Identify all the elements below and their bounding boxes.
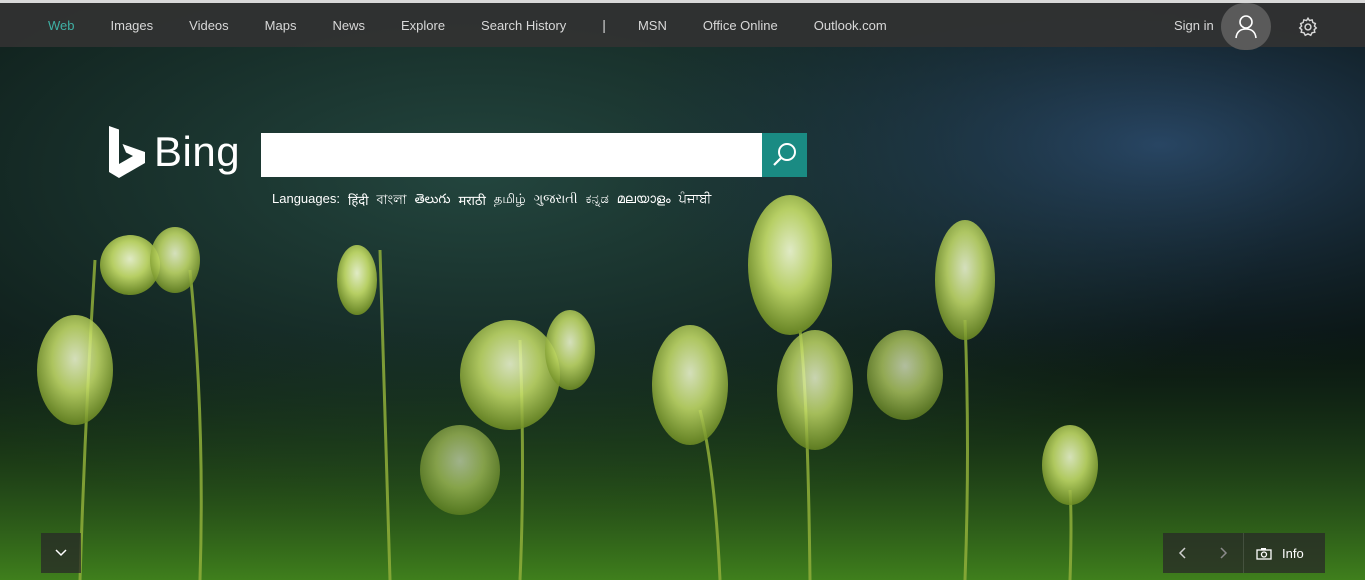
languages-label: Languages: bbox=[272, 191, 340, 206]
search-icon bbox=[772, 143, 796, 166]
language-link-marathi[interactable]: मराठी bbox=[458, 191, 485, 212]
nav-item-videos[interactable]: Videos bbox=[189, 18, 229, 33]
sign-in-link[interactable]: Sign in bbox=[1174, 18, 1214, 33]
image-info-button[interactable]: Info bbox=[1244, 533, 1304, 573]
chevron-right-icon bbox=[1220, 547, 1228, 559]
scroll-down-button[interactable] bbox=[41, 533, 81, 573]
next-image-button[interactable] bbox=[1203, 533, 1243, 573]
user-icon bbox=[1235, 14, 1257, 38]
info-label: Info bbox=[1282, 545, 1304, 561]
nav-item-web[interactable]: Web bbox=[48, 18, 75, 33]
language-link-bangla[interactable]: বাংলা bbox=[377, 191, 407, 212]
nav-item-news[interactable]: News bbox=[332, 18, 365, 33]
previous-image-button[interactable] bbox=[1163, 533, 1203, 573]
scope-nav: Web Images Videos Maps News Explore Sear… bbox=[0, 3, 923, 47]
top-nav-bar: Web Images Videos Maps News Explore Sear… bbox=[0, 0, 1365, 50]
languages-bar: Languages: हिंदी বাংলা తెలుగు मराठी தமிழ… bbox=[272, 191, 711, 212]
language-link-kannada[interactable]: ಕನ್ನಡ bbox=[586, 191, 609, 212]
nav-item-explore[interactable]: Explore bbox=[401, 18, 445, 33]
nav-divider: | bbox=[602, 17, 606, 33]
language-link-malayalam[interactable]: മലയാളം bbox=[617, 191, 671, 212]
bing-logo[interactable]: Bing bbox=[108, 126, 240, 178]
nav-item-office-online[interactable]: Office Online bbox=[703, 18, 778, 33]
language-link-tamil[interactable]: தமிழ் bbox=[494, 191, 526, 212]
bing-logo-text: Bing bbox=[154, 128, 241, 175]
avatar[interactable] bbox=[1221, 3, 1271, 50]
nav-item-msn[interactable]: MSN bbox=[638, 18, 667, 33]
nav-item-search-history[interactable]: Search History bbox=[481, 18, 566, 33]
gear-icon[interactable] bbox=[1297, 16, 1319, 38]
language-link-punjabi[interactable]: ਪੰਜਾਬੀ bbox=[679, 191, 712, 212]
camera-icon bbox=[1256, 547, 1272, 560]
language-link-telugu[interactable]: తెలుగు bbox=[415, 191, 451, 212]
language-link-hindi[interactable]: हिंदी bbox=[348, 191, 369, 212]
chevron-left-icon bbox=[1178, 547, 1186, 559]
search-button[interactable] bbox=[762, 133, 807, 177]
language-link-gujarati[interactable]: ગુજરાતી bbox=[534, 191, 578, 212]
search-input[interactable] bbox=[261, 133, 762, 177]
image-controls: Info bbox=[1163, 533, 1325, 573]
nav-item-images[interactable]: Images bbox=[111, 18, 154, 33]
nav-item-maps[interactable]: Maps bbox=[265, 18, 297, 33]
nav-item-outlook[interactable]: Outlook.com bbox=[814, 18, 887, 33]
bing-b-icon bbox=[109, 126, 145, 178]
background-image bbox=[0, 0, 1365, 580]
chevron-down-icon bbox=[55, 549, 67, 557]
